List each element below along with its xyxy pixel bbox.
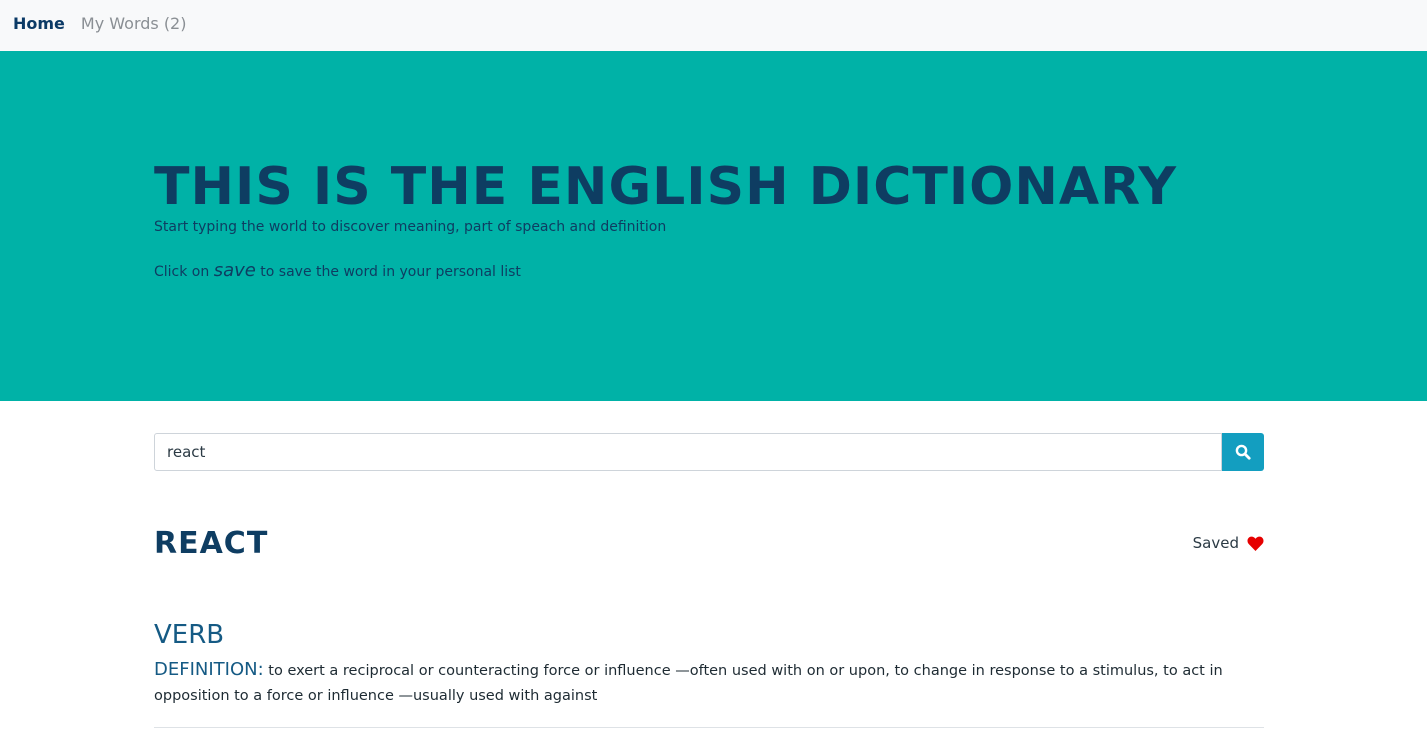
top-navbar: Home My Words (2) [0, 0, 1427, 51]
hero-subtitle: Start typing the world to discover meani… [154, 219, 667, 235]
hero-banner: THIS IS THE ENGLISH DICTIONARY Start typ… [0, 51, 1427, 401]
search-input[interactable] [154, 433, 1222, 471]
saved-toggle[interactable]: Saved [1193, 534, 1264, 552]
word-title: REACT [154, 525, 269, 561]
hero-note-prefix: Click on [154, 264, 210, 280]
search-bar [154, 433, 1264, 471]
saved-label: Saved [1192, 534, 1239, 552]
page-title: THIS IS THE ENGLISH DICTIONARY [154, 157, 1178, 217]
definition-block: DEFINITION: to exert a reciprocal or cou… [154, 657, 1264, 728]
definition-text: to exert a reciprocal or counteracting f… [154, 663, 1223, 704]
search-button[interactable] [1222, 433, 1264, 471]
search-icon [1235, 444, 1251, 460]
hero-note: Click on save to save the word in your p… [154, 259, 1387, 284]
hero-note-save-emphasis: save [213, 260, 256, 281]
definition-label: DEFINITION: [154, 659, 264, 680]
hero-content: THIS IS THE ENGLISH DICTIONARY Start typ… [154, 159, 1387, 284]
word-header: REACT Saved [154, 523, 1264, 563]
hero-note-suffix: to save the word in your personal list [260, 264, 521, 280]
heart-icon [1247, 536, 1264, 551]
part-of-speech: VERB [154, 620, 225, 650]
nav-my-words-link[interactable]: My Words (2) [81, 14, 187, 33]
main-content: REACT Saved VERB DEFINITION: to exert a … [154, 433, 1264, 728]
nav-home-link[interactable]: Home [13, 14, 65, 33]
